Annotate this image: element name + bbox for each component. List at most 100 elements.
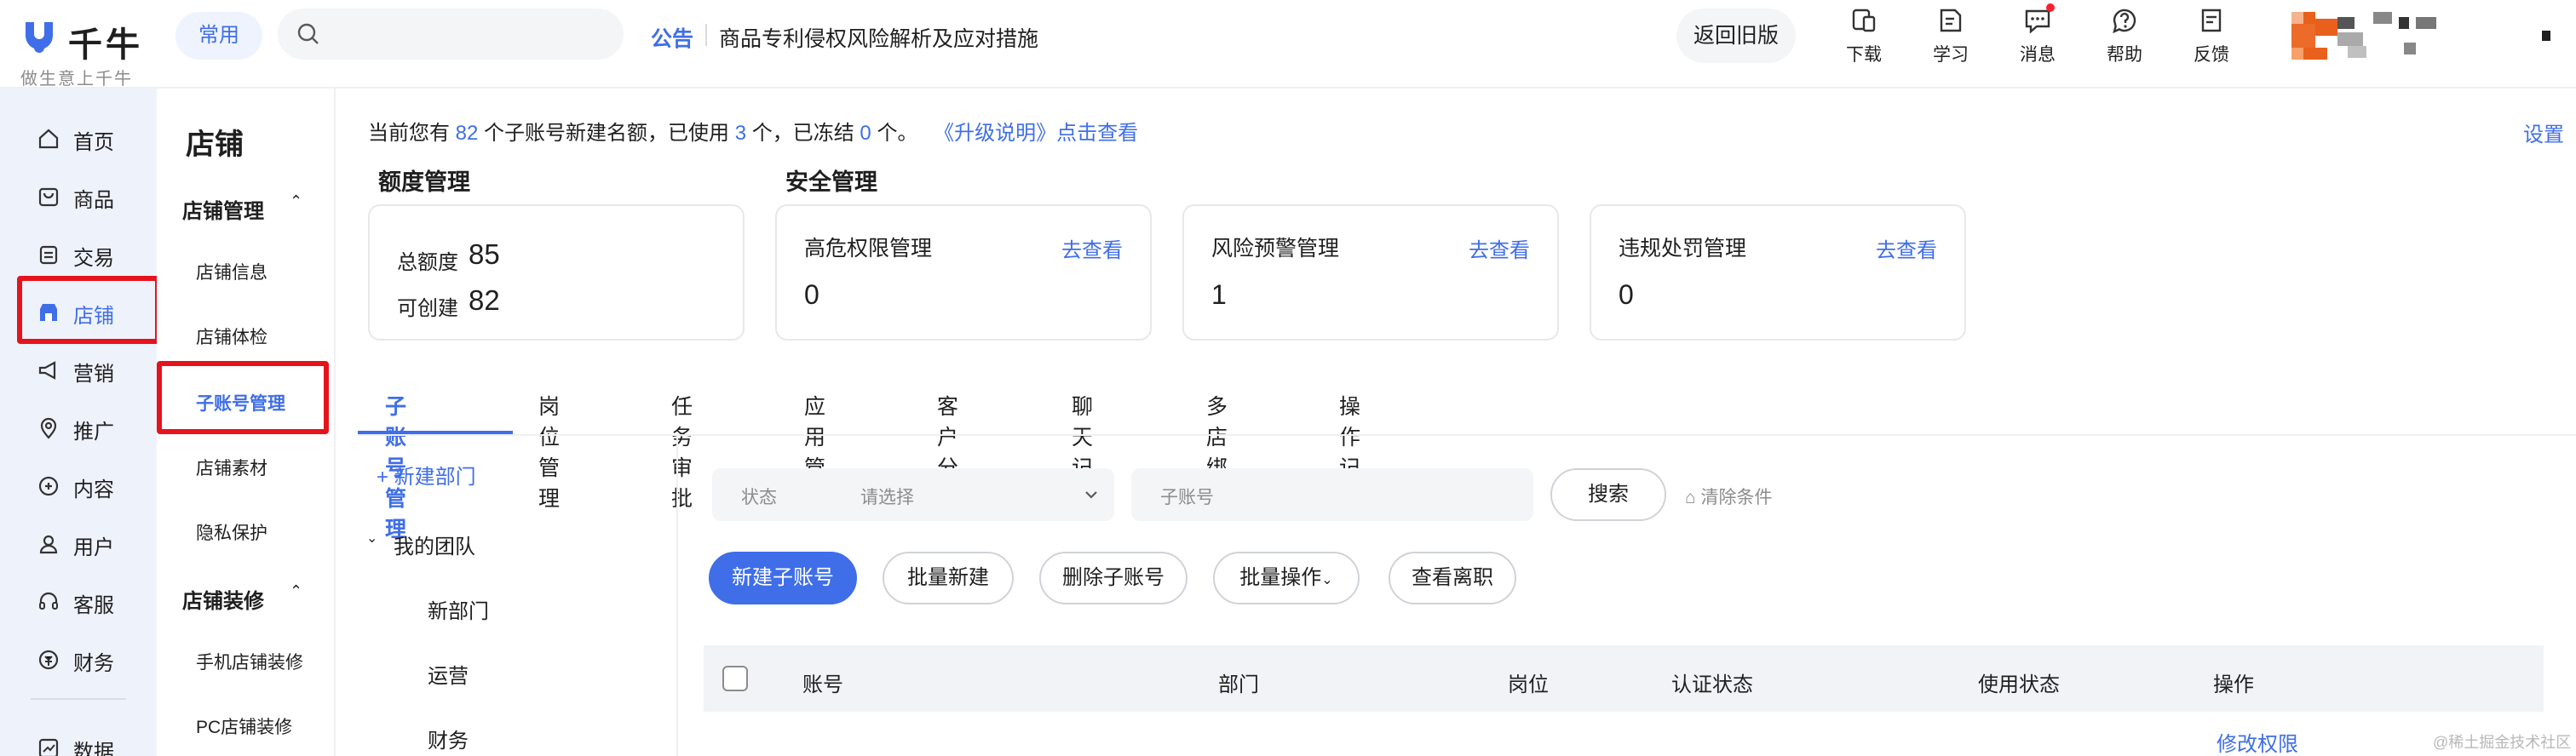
batch-operations-dropdown[interactable]: 批量操作⌄ (1213, 552, 1360, 604)
logout-icon[interactable] (2542, 31, 2550, 41)
status-label: 状态 (741, 488, 777, 507)
feedback-tool[interactable]: 反馈 (2177, 5, 2245, 66)
card-title: 违规处罚管理 (1619, 237, 1747, 261)
group-shop-management[interactable]: 店铺管理 (182, 194, 264, 224)
status-placeholder: 请选择 (860, 488, 914, 507)
creatable-label: 可创建 (397, 297, 458, 320)
logo-text: 千牛 (68, 26, 143, 64)
top-bar: 千牛 做生意上千牛 常用 公告 商品专利侵权风险解析及应对措施 返回旧版 下载 (0, 0, 2576, 89)
new-subaccount-button[interactable]: 新建子账号 (709, 552, 857, 604)
return-old-version-button[interactable]: 返回旧版 (1676, 9, 1796, 63)
notice-link[interactable]: 商品专利侵权风险解析及应对措施 (719, 22, 1038, 53)
message-tool[interactable]: 消息 (2004, 5, 2072, 66)
subaccount-input[interactable]: 子账号 (1131, 468, 1533, 521)
card-title: 高危权限管理 (804, 237, 933, 261)
summary-suffix: 个。 (877, 122, 918, 145)
upgrade-link[interactable]: 《升级说明》点击查看 (934, 122, 1138, 145)
col-account: 账号 (802, 673, 843, 696)
quota-card: 总额度 85 可创建 82 (368, 204, 745, 341)
search-button[interactable]: 搜索 (1550, 468, 1666, 521)
common-button[interactable]: 常用 (175, 12, 262, 60)
nav-label: 推广 (73, 421, 114, 444)
nav-label: 内容 (73, 478, 114, 501)
status-select[interactable]: 状态 请选择 (712, 468, 1114, 521)
sub-item-pc-decoration[interactable]: PC店铺装修 (196, 713, 292, 739)
nav-item-promotion[interactable]: 推广 (0, 402, 157, 453)
avatar[interactable] (2291, 12, 2470, 60)
nav-item-goods[interactable]: 商品 (0, 170, 157, 221)
message-label: 消息 (2020, 45, 2056, 65)
nav-item-marketing[interactable]: 营销 (0, 344, 157, 395)
col-usage-status: 使用状态 (1978, 673, 2060, 696)
learn-label: 学习 (1933, 45, 1969, 65)
goods-icon (38, 187, 59, 207)
risk-warning-card: 风险预警管理 去查看 1 (1182, 204, 1559, 341)
col-department: 部门 (1218, 673, 1259, 696)
view-link[interactable]: 去查看 (1469, 233, 1530, 263)
card-value: 0 (1619, 279, 1634, 310)
subaccount-highlight-box (157, 361, 329, 434)
new-department-button[interactable]: + 新建部门 (377, 460, 476, 490)
delete-subaccount-button[interactable]: 删除子账号 (1039, 552, 1187, 604)
help-tool[interactable]: 帮助 (2090, 5, 2159, 66)
feedback-icon (2201, 9, 2222, 32)
nav-item-content[interactable]: 内容 (0, 460, 157, 511)
main-sidebar: 首页 商品 交易 店铺 营销 推广 内容 用户 客服 财务 数据 (0, 89, 157, 756)
download-label: 下载 (1846, 45, 1882, 65)
download-icon (1852, 9, 1876, 32)
content-icon (38, 476, 59, 496)
card-value: 0 (804, 279, 819, 310)
notice-label: 公告 (651, 27, 694, 51)
nav-item-service[interactable]: 客服 (0, 576, 157, 627)
nav-item-trade[interactable]: 交易 (0, 228, 157, 279)
nav-label: 数据 (73, 741, 114, 756)
data-icon (38, 738, 59, 756)
tree-node[interactable]: 运营 (428, 659, 469, 689)
chevron-down-icon[interactable]: ⌄ (366, 530, 377, 547)
sub-item-mobile-decoration[interactable]: 手机店铺装修 (196, 649, 303, 674)
clear-label: 清除条件 (1700, 488, 1773, 507)
global-search-input[interactable] (278, 9, 624, 60)
department-tree: + 新建部门 ⌄ 我的团队 新部门 运营 财务 (358, 436, 678, 756)
nav-item-home[interactable]: 首页 (0, 112, 157, 163)
quota-summary: 当前您有 82 个子账号新建名额，已使用 3 个，已冻结 0 个。 《升级说明》… (368, 116, 1138, 146)
batch-create-button[interactable]: 批量新建 (883, 552, 1014, 604)
summary-mid2: 个，已冻结 (751, 122, 854, 145)
tree-node[interactable]: 财务 (428, 724, 469, 753)
chevron-up-icon[interactable]: ⌃ (290, 582, 302, 600)
select-all-checkbox[interactable] (722, 666, 748, 691)
view-link[interactable]: 去查看 (1061, 233, 1123, 263)
group-shop-decoration[interactable]: 店铺装修 (182, 584, 264, 614)
card-value: 1 (1211, 279, 1227, 310)
learn-tool[interactable]: 学习 (1917, 5, 1985, 66)
batch-operations-label: 批量操作 (1239, 566, 1322, 589)
subaccount-placeholder: 子账号 (1160, 488, 1214, 507)
sub-item-shop-material[interactable]: 店铺素材 (196, 455, 267, 480)
settings-link[interactable]: 设置 (2523, 117, 2564, 147)
trade-icon (39, 245, 58, 265)
watermark: @稀土掘金技术社区 (2433, 734, 2572, 751)
tree-node-team[interactable]: 我的团队 (394, 530, 475, 559)
nav-item-users[interactable]: 用户 (0, 518, 157, 569)
view-link[interactable]: 去查看 (1876, 233, 1937, 263)
nav-item-finance[interactable]: 财务 (0, 633, 157, 684)
chevron-up-icon[interactable]: ⌃ (290, 192, 302, 210)
creatable-value: 82 (469, 284, 500, 316)
sub-item-shop-info[interactable]: 店铺信息 (196, 259, 267, 284)
edit-permission-link[interactable]: 修改权限 (2217, 727, 2298, 756)
nav-divider (31, 698, 126, 700)
sub-item-privacy[interactable]: 隐私保护 (196, 519, 267, 545)
book-icon (1940, 9, 1962, 32)
clear-icon: ⌂ (1685, 488, 1696, 507)
feedback-label: 反馈 (2194, 45, 2229, 65)
clear-conditions-button[interactable]: ⌂ 清除条件 (1685, 484, 1773, 509)
table-header: 账号 部门 岗位 认证状态 使用状态 操作 (704, 645, 2544, 712)
nav-label: 交易 (73, 247, 114, 270)
tree-node[interactable]: 新部门 (428, 594, 489, 624)
home-icon (38, 129, 59, 149)
view-resigned-button[interactable]: 查看离职 (1389, 552, 1516, 604)
help-icon (2113, 9, 2136, 34)
sub-item-shop-check[interactable]: 店铺体检 (196, 324, 267, 349)
download-tool[interactable]: 下载 (1830, 5, 1898, 66)
nav-item-data[interactable]: 数据 (0, 722, 157, 756)
